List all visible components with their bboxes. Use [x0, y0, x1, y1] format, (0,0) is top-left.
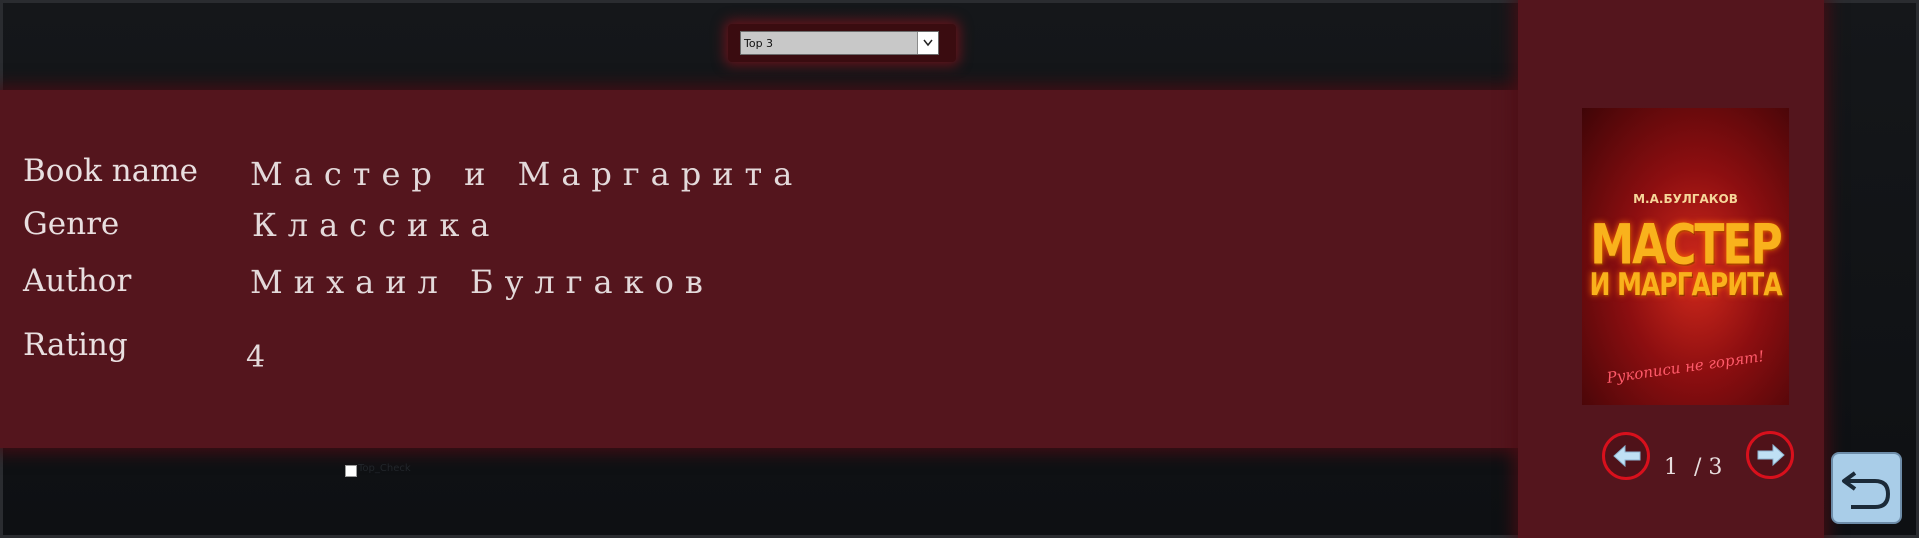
- next-button[interactable]: [1746, 431, 1794, 479]
- prev-button[interactable]: [1602, 432, 1650, 480]
- total-pages: / 3: [1694, 455, 1723, 480]
- book-name-label: Book name: [23, 153, 198, 189]
- cover-author: М.А.БУЛГАКОВ: [1633, 192, 1738, 206]
- current-page: 1: [1664, 455, 1678, 480]
- top-check-checkbox[interactable]: [345, 465, 357, 477]
- author-value: Михаил Булгаков: [250, 263, 714, 301]
- author-label: Author: [23, 263, 132, 299]
- genre-label: Genre: [23, 206, 120, 242]
- book-name-value: Мастер и Маргарита: [250, 155, 804, 193]
- book-info-panel: [0, 90, 1530, 448]
- top-check-label: Top_Check: [358, 463, 411, 474]
- top-filter-select[interactable]: Top 3: [740, 31, 939, 55]
- arrow-left-icon: [1613, 445, 1641, 467]
- back-button[interactable]: [1831, 452, 1902, 524]
- genre-value: Классика: [252, 206, 501, 244]
- top-filter-selected-value: Top 3: [744, 37, 774, 50]
- book-cover-image: М.А.БУЛГАКОВ МАСТЕР И МАРГАРИТА Рукописи…: [1582, 108, 1789, 405]
- cover-title-line2: И МАРГАРИТА: [1589, 266, 1782, 303]
- rating-label: Rating: [23, 327, 128, 363]
- cover-tagline: Рукописи не горят!: [1605, 347, 1766, 387]
- undo-return-icon: [1842, 471, 1891, 509]
- arrow-right-icon: [1757, 444, 1785, 466]
- rating-value: 4: [246, 340, 266, 375]
- chevron-down-icon[interactable]: [917, 32, 938, 54]
